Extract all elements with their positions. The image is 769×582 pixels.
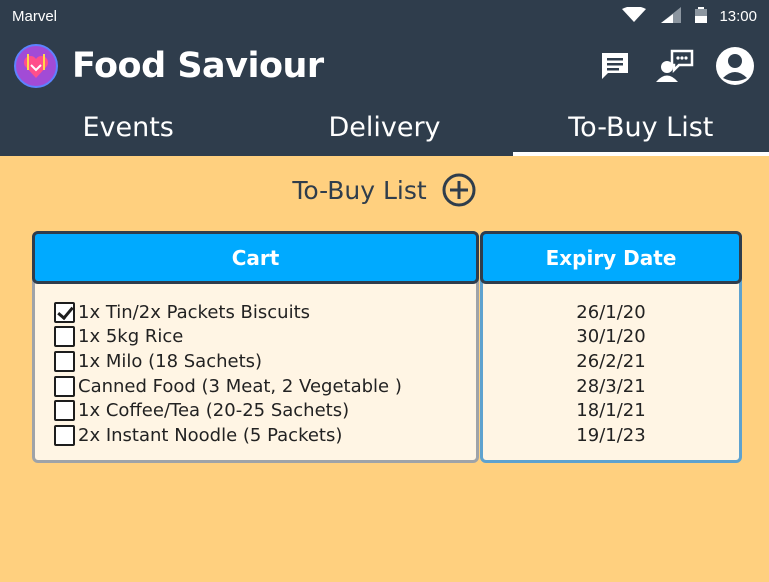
cart-list: 1x Tin/2x Packets Biscuits 1x 5kg Rice 1… bbox=[54, 300, 402, 448]
expiry-date: 26/1/20 bbox=[576, 301, 646, 323]
chat-icon[interactable] bbox=[595, 46, 635, 86]
cart-panel: Cart 1x Tin/2x Packets Biscuits 1x 5kg R… bbox=[32, 231, 479, 463]
cart-header: Cart bbox=[32, 231, 479, 284]
tab-events[interactable]: Events bbox=[0, 98, 256, 156]
tab-delivery[interactable]: Delivery bbox=[256, 98, 512, 156]
wifi-icon bbox=[621, 5, 647, 27]
food-saviour-logo-icon bbox=[14, 43, 58, 88]
app-actions bbox=[595, 46, 755, 86]
item-checkbox[interactable] bbox=[54, 424, 75, 446]
item-label: 2x Instant Noodle (5 Packets) bbox=[78, 424, 343, 446]
main-content: To-Buy List Cart 1x Tin/2x Packets Biscu… bbox=[0, 156, 769, 582]
tab-to-buy-list[interactable]: To-Buy List bbox=[512, 98, 769, 156]
item-label: 1x Tin/2x Packets Biscuits bbox=[78, 301, 311, 323]
expiry-date: 19/1/23 bbox=[576, 424, 646, 446]
expiry-header: Expiry Date bbox=[480, 231, 742, 284]
add-circle-icon[interactable] bbox=[441, 172, 477, 208]
expiry-date: 28/3/21 bbox=[576, 375, 646, 397]
item-label: 1x Coffee/Tea (20-25 Sachets) bbox=[78, 400, 350, 422]
tab-bar: Events Delivery To-Buy List bbox=[0, 98, 769, 156]
contacts-chat-icon[interactable] bbox=[655, 46, 695, 86]
item-checkbox[interactable] bbox=[54, 301, 75, 323]
app-bar: Food Saviour bbox=[0, 33, 769, 98]
item-label: 1x Milo (18 Sachets) bbox=[78, 350, 263, 372]
list-item: 1x Coffee/Tea (20-25 Sachets) bbox=[54, 398, 402, 423]
list-item: Canned Food (3 Meat, 2 Vegetable ) bbox=[54, 374, 402, 399]
list-item: 2x Instant Noodle (5 Packets) bbox=[54, 423, 402, 448]
system-icons bbox=[621, 5, 708, 27]
expiry-date: 18/1/21 bbox=[576, 400, 646, 422]
expiry-list: 26/1/20 30/1/20 26/2/21 28/3/21 18/1/21 … bbox=[483, 300, 739, 448]
list-item: 1x Tin/2x Packets Biscuits bbox=[54, 300, 402, 325]
clock-time: 13:00 bbox=[719, 8, 757, 25]
item-checkbox[interactable] bbox=[54, 326, 75, 348]
item-label: 1x 5kg Rice bbox=[78, 326, 184, 348]
item-checkbox[interactable] bbox=[54, 400, 75, 422]
app-title: Food Saviour bbox=[72, 45, 324, 86]
account-icon[interactable] bbox=[715, 46, 755, 86]
battery-icon bbox=[695, 6, 708, 27]
page-title: To-Buy List bbox=[292, 175, 427, 205]
list-item: 1x Milo (18 Sachets) bbox=[54, 349, 402, 374]
expiry-panel: Expiry Date 26/1/20 30/1/20 26/2/21 28/3… bbox=[480, 231, 742, 463]
section-header: To-Buy List bbox=[0, 170, 769, 210]
item-checkbox[interactable] bbox=[54, 350, 75, 372]
list-item: 1x 5kg Rice bbox=[54, 325, 402, 350]
item-label: Canned Food (3 Meat, 2 Vegetable ) bbox=[78, 375, 402, 397]
expiry-date: 30/1/20 bbox=[576, 326, 646, 348]
signal-icon bbox=[661, 6, 682, 27]
status-bar: Marvel 13:00 bbox=[0, 0, 769, 33]
expiry-date: 26/2/21 bbox=[576, 350, 646, 372]
item-checkbox[interactable] bbox=[54, 375, 75, 397]
carrier-label: Marvel bbox=[12, 8, 58, 25]
